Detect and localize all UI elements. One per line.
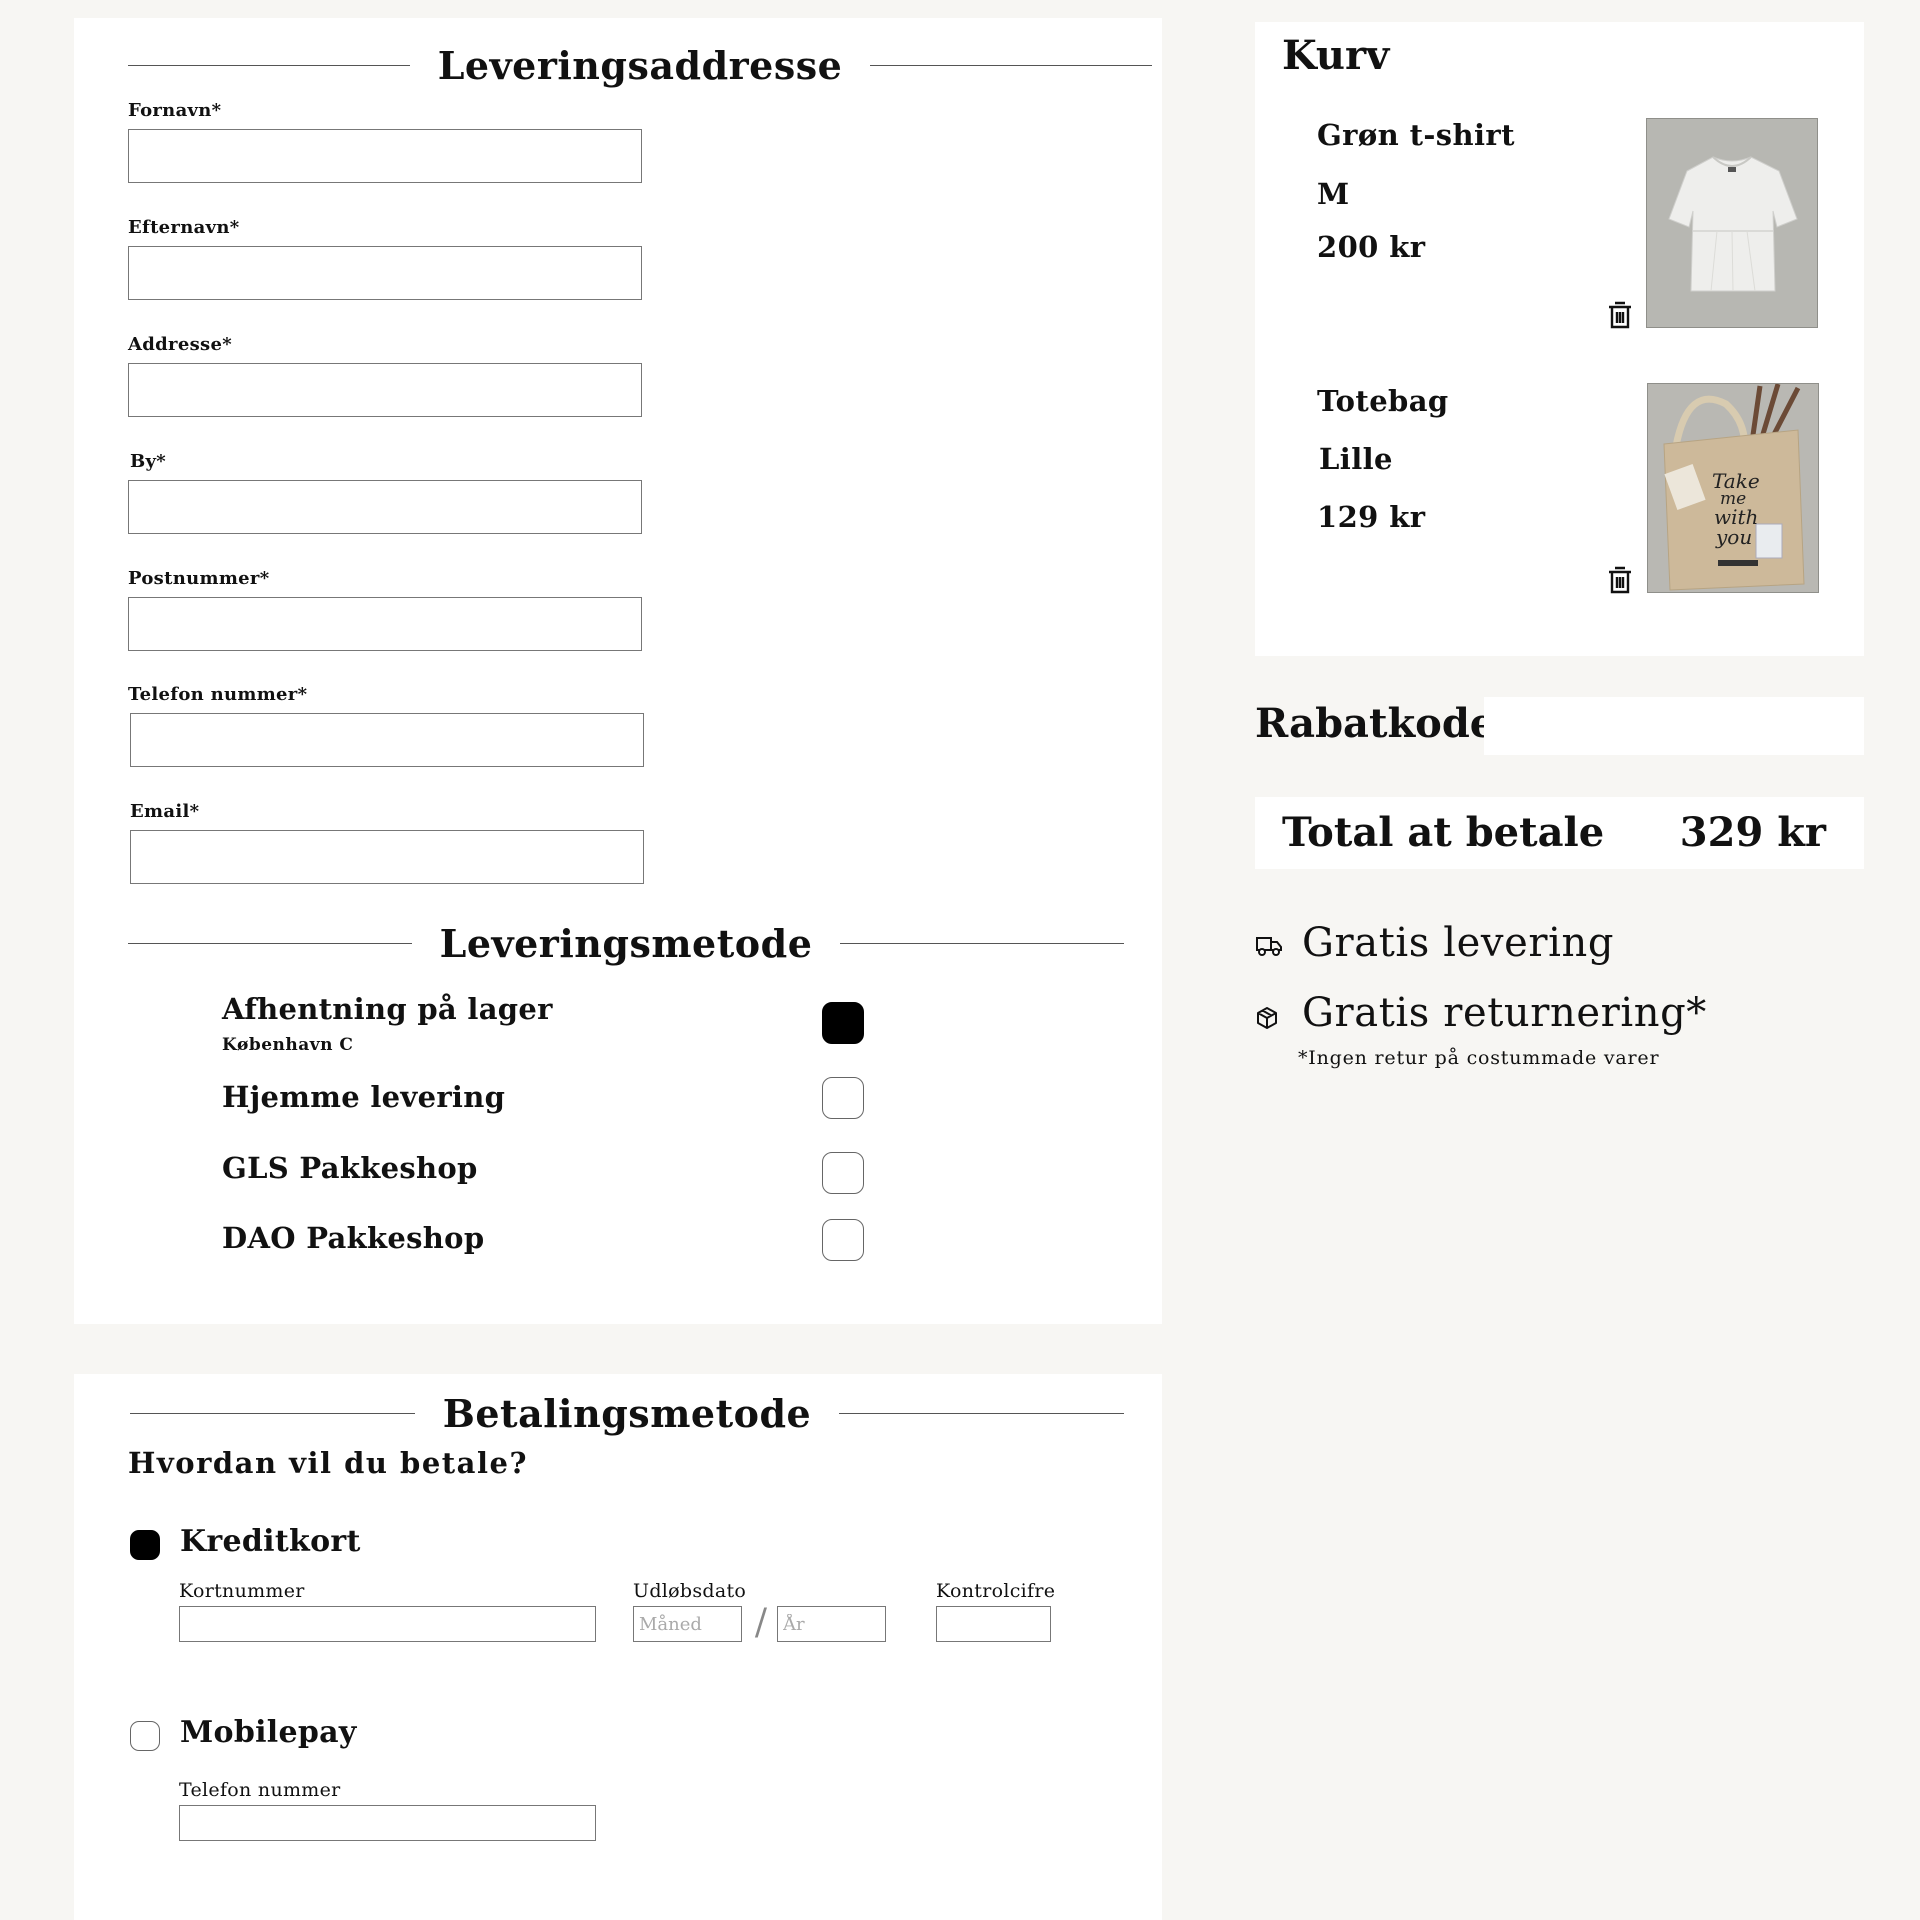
divider bbox=[839, 1412, 1124, 1414]
divider bbox=[128, 942, 412, 944]
mobilepay-label: Mobilepay bbox=[180, 1715, 357, 1750]
delivery-option-pickup-checkbox[interactable] bbox=[822, 1002, 864, 1044]
box-icon bbox=[1257, 1007, 1277, 1029]
delivery-option-dao-checkbox[interactable] bbox=[822, 1219, 864, 1261]
tshirt-image bbox=[1647, 119, 1817, 327]
cart-item-price: 200 kr bbox=[1317, 230, 1426, 264]
delivery-option-pickup-sublabel: København C bbox=[222, 1035, 354, 1055]
delivery-option-gls-checkbox[interactable] bbox=[822, 1152, 864, 1194]
payment-question: Hvordan vil du betale? bbox=[128, 1446, 528, 1480]
cart-item-name: Totebag bbox=[1317, 384, 1449, 418]
credit-card-radio[interactable] bbox=[130, 1530, 160, 1560]
divider bbox=[128, 64, 410, 66]
delivery-option-home-label: Hjemme levering bbox=[222, 1080, 506, 1114]
discount-input[interactable] bbox=[1484, 697, 1864, 755]
divider bbox=[870, 64, 1152, 66]
delivery-option-dao-label: DAO Pakkeshop bbox=[222, 1221, 485, 1255]
cart-item-price: 129 kr bbox=[1317, 500, 1426, 534]
delivery-option-pickup-label: Afhentning på lager bbox=[222, 992, 553, 1026]
perk-free-delivery: Gratis levering bbox=[1302, 920, 1615, 966]
cart-item-name: Grøn t-shirt bbox=[1317, 118, 1515, 152]
phone-input[interactable] bbox=[130, 713, 644, 767]
cart-item-size: Lille bbox=[1319, 442, 1393, 476]
delivery-method-heading: Leveringsmetode bbox=[128, 918, 1125, 968]
payment-heading: Betalingsmetode bbox=[130, 1388, 1124, 1438]
expiry-separator: / bbox=[754, 1602, 768, 1643]
first-name-input[interactable] bbox=[128, 129, 642, 183]
total-amount: 329 kr bbox=[1679, 809, 1826, 856]
first-name-label: Fornavn* bbox=[128, 100, 222, 121]
totebag-image: Take me with you bbox=[1648, 384, 1818, 592]
email-label: Email* bbox=[130, 801, 200, 822]
address-input[interactable] bbox=[128, 363, 642, 417]
trash-icon[interactable] bbox=[1606, 300, 1634, 330]
expiry-label: Udløbsdato bbox=[633, 1580, 747, 1602]
address-label: Addresse* bbox=[128, 334, 232, 355]
credit-card-label: Kreditkort bbox=[180, 1524, 361, 1559]
bag-print-line: you bbox=[1715, 525, 1752, 549]
delivery-option-gls-label: GLS Pakkeshop bbox=[222, 1151, 478, 1185]
payment-title: Betalingsmetode bbox=[442, 1390, 812, 1436]
cart-panel: Kurv Grøn t-shirt M 200 kr Totebag Lille… bbox=[1255, 22, 1864, 656]
delivery-method-title: Leveringsmetode bbox=[439, 920, 813, 966]
delivery-panel: Leveringsaddresse Fornavn* Efternavn* Ad… bbox=[74, 18, 1162, 1324]
last-name-label: Efternavn* bbox=[128, 217, 240, 238]
total-label: Total at betale bbox=[1282, 809, 1605, 856]
postal-code-label: Postnummer* bbox=[128, 568, 270, 589]
divider bbox=[130, 1412, 415, 1414]
perk-note: *Ingen retur på costummade varer bbox=[1298, 1047, 1660, 1069]
city-label: By* bbox=[130, 451, 166, 472]
truck-icon bbox=[1256, 937, 1282, 956]
cvc-input[interactable] bbox=[936, 1606, 1051, 1642]
cart-title: Kurv bbox=[1282, 32, 1390, 79]
mobilepay-phone-input[interactable] bbox=[179, 1805, 596, 1841]
discount-label: Rabatkode bbox=[1255, 700, 1496, 747]
expiry-year-input[interactable] bbox=[777, 1606, 886, 1642]
email-input[interactable] bbox=[130, 830, 644, 884]
payment-panel: Betalingsmetode Hvordan vil du betale? K… bbox=[74, 1374, 1162, 1920]
mobilepay-radio[interactable] bbox=[130, 1721, 160, 1751]
divider bbox=[840, 942, 1125, 944]
phone-label: Telefon nummer* bbox=[128, 684, 308, 705]
card-number-input[interactable] bbox=[179, 1606, 596, 1642]
card-number-label: Kortnummer bbox=[179, 1580, 305, 1602]
delivery-address-title: Leveringsaddresse bbox=[437, 42, 843, 88]
delivery-option-home-checkbox[interactable] bbox=[822, 1077, 864, 1119]
total-panel: Total at betale 329 kr bbox=[1255, 797, 1864, 869]
cart-item-size: M bbox=[1317, 177, 1350, 211]
perk-free-returns: Gratis returnering* bbox=[1302, 990, 1707, 1036]
cart-item-image: Take me with you bbox=[1647, 383, 1819, 593]
trash-icon[interactable] bbox=[1606, 565, 1634, 595]
last-name-input[interactable] bbox=[128, 246, 642, 300]
expiry-month-input[interactable] bbox=[633, 1606, 742, 1642]
city-input[interactable] bbox=[128, 480, 642, 534]
mobilepay-phone-label: Telefon nummer bbox=[179, 1779, 341, 1801]
delivery-address-heading: Leveringsaddresse bbox=[128, 40, 1152, 90]
postal-code-input[interactable] bbox=[128, 597, 642, 651]
cvc-label: Kontrolcifre bbox=[936, 1580, 1056, 1602]
cart-item-image bbox=[1646, 118, 1818, 328]
